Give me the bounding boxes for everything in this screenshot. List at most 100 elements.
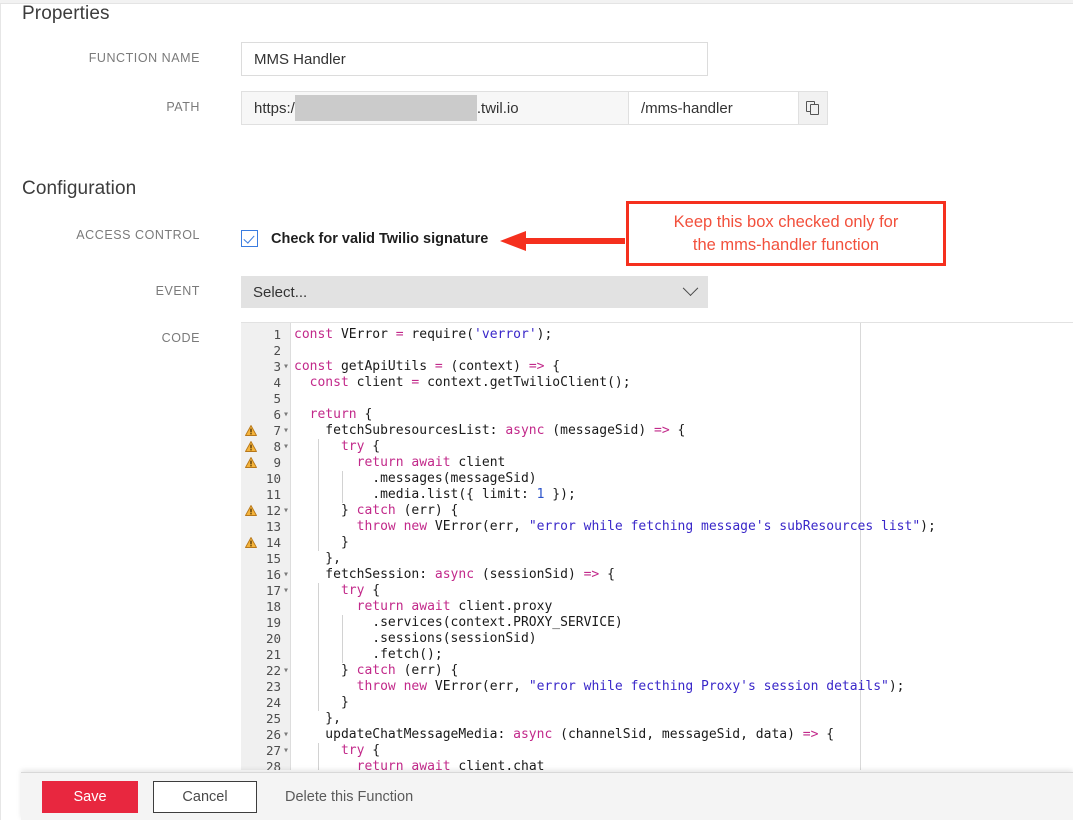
indent-guide [318,599,319,615]
code-text: return await client.proxy [356,599,553,614]
properties-section-title: Properties [22,3,110,24]
warning-triangle-icon[interactable] [245,441,257,452]
code-line[interactable]: 21 .fetch(); [241,647,1073,663]
path-domain-display: https:/ .twil.io [242,92,628,124]
cancel-button[interactable]: Cancel [153,780,257,813]
line-number: 14 [265,535,281,550]
code-text: } [294,535,349,550]
code-line[interactable]: 9 return await client [241,455,1073,471]
code-line[interactable]: 17 ▾ try { [241,583,1073,599]
indent-guide [318,455,319,471]
path-field-group[interactable]: https:/ .twil.io /mms-handler [241,91,828,125]
fold-arrow-icon[interactable]: ▾ [283,727,289,743]
code-text: throw new VError(err, "error while fecth… [356,679,905,694]
twilio-signature-checkbox-label: Check for valid Twilio signature [271,230,489,247]
fold-arrow-icon[interactable]: ▾ [283,407,289,423]
function-editor-page: Properties FUNCTION NAME PATH https:/ .tw… [0,0,1073,820]
line-number: 4 [273,375,281,390]
copy-path-button[interactable] [798,92,827,124]
code-text: } [294,695,349,710]
save-button[interactable]: Save [42,780,138,813]
code-line[interactable]: 24 } [241,695,1073,711]
fold-arrow-icon[interactable]: ▾ [283,743,289,759]
warning-triangle-icon[interactable] [245,425,257,436]
code-text: try { [340,743,381,758]
code-editor[interactable]: 1 const VError = require('verror'); 2 3 ▾ con… [241,322,1073,770]
code-line[interactable]: 16 ▾ fetchSession: async (sessionSid) => … [241,567,1073,583]
line-number: 9 [273,455,281,470]
indent-guide [342,487,343,503]
path-masked-subdomain [294,95,477,121]
code-line[interactable]: 10 .messages(messageSid) [241,471,1073,487]
code-line[interactable]: 28 return await client.chat [241,759,1073,770]
code-text: .fetch(); [294,647,443,662]
indent-guide [318,439,319,455]
path-label: PATH [166,100,200,114]
event-select-value: Select... [253,283,308,301]
line-number: 10 [265,471,281,486]
fold-arrow-icon[interactable]: ▾ [283,439,289,455]
warning-triangle-icon[interactable] [245,537,257,548]
indent-guide [318,679,319,695]
indent-guide [318,487,319,503]
code-line[interactable]: 12 ▾ } catch (err) { [241,503,1073,519]
code-line[interactable]: 25 }, [241,711,1073,727]
code-line[interactable]: 22 ▾ } catch (err) { [241,663,1073,679]
line-number: 19 [265,615,281,630]
code-line[interactable]: 3 ▾ const getApiUtils = (context) => { [241,359,1073,375]
code-text: }, [294,711,341,726]
warning-triangle-icon[interactable] [245,505,257,516]
annotation-line-1: Keep this box checked only for [673,213,899,232]
fold-arrow-icon[interactable]: ▾ [283,359,289,375]
code-line[interactable]: 6 ▾ return { [241,407,1073,423]
fold-arrow-icon[interactable]: ▾ [283,423,289,439]
fold-arrow-icon[interactable]: ▾ [283,663,289,679]
code-line[interactable]: 13 throw new VError(err, "error while fe… [241,519,1073,535]
code-line[interactable]: 23 throw new VError(err, "error while fe… [241,679,1073,695]
code-line[interactable]: 20 .sessions(sessionSid) [241,631,1073,647]
line-number: 17 [265,583,281,598]
access-control-label: ACCESS CONTROL [76,228,200,242]
code-line[interactable]: 8 ▾ try { [241,439,1073,455]
fold-arrow-icon[interactable]: ▾ [283,567,289,583]
path-route-value[interactable]: /mms-handler [628,92,798,124]
action-bar: Save Cancel Delete this Function [21,772,1073,820]
warning-triangle-icon[interactable] [245,457,257,468]
code-line[interactable]: 1 const VError = require('verror'); [241,327,1073,343]
code-line[interactable]: 26 ▾ updateChatMessageMedia: async (chann… [241,727,1073,743]
top-chrome-strip [0,0,1073,4]
path-protocol-text: https:/ [254,99,295,117]
code-line[interactable]: 27 ▾ try { [241,743,1073,759]
code-line[interactable]: 19 .services(context.PROXY_SERVICE) [241,615,1073,631]
code-lines-container[interactable]: 1 const VError = require('verror'); 2 3 ▾ con… [241,327,1073,770]
twilio-signature-checkbox-row[interactable]: Check for valid Twilio signature [241,230,488,247]
delete-function-button[interactable]: Delete this Function [279,788,419,806]
fold-arrow-icon[interactable]: ▾ [283,583,289,599]
line-number: 27 [265,743,281,758]
indent-guide [318,759,319,770]
line-number: 21 [265,647,281,662]
copy-icon [806,100,820,116]
code-line[interactable]: 2 [241,343,1073,359]
line-number: 24 [265,695,281,710]
code-line[interactable]: 5 [241,391,1073,407]
event-label: EVENT [155,284,200,298]
line-number: 7 [273,423,281,438]
code-line[interactable]: 14 } [241,535,1073,551]
code-line[interactable]: 11 .media.list({ limit: 1 }); [241,487,1073,503]
code-line[interactable]: 4 const client = context.getTwilioClient… [241,375,1073,391]
code-text: throw new VError(err, "error while fetch… [356,519,936,534]
code-line[interactable]: 15 }, [241,551,1073,567]
line-number: 2 [273,343,281,358]
twilio-signature-checkbox[interactable] [241,230,258,247]
line-number: 28 [265,759,281,770]
annotation-text: Keep this box checked only for the mms-h… [668,211,905,256]
code-text: .services(context.PROXY_SERVICE) [294,615,623,630]
indent-guide [342,615,343,631]
function-name-input[interactable] [241,42,708,76]
event-select[interactable]: Select... [241,276,708,308]
code-line[interactable]: 7 ▾ fetchSubresourcesList: async (message… [241,423,1073,439]
code-line[interactable]: 18 return await client.proxy [241,599,1073,615]
code-text: fetchSession: async (sessionSid) => { [294,567,615,582]
fold-arrow-icon[interactable]: ▾ [283,503,289,519]
